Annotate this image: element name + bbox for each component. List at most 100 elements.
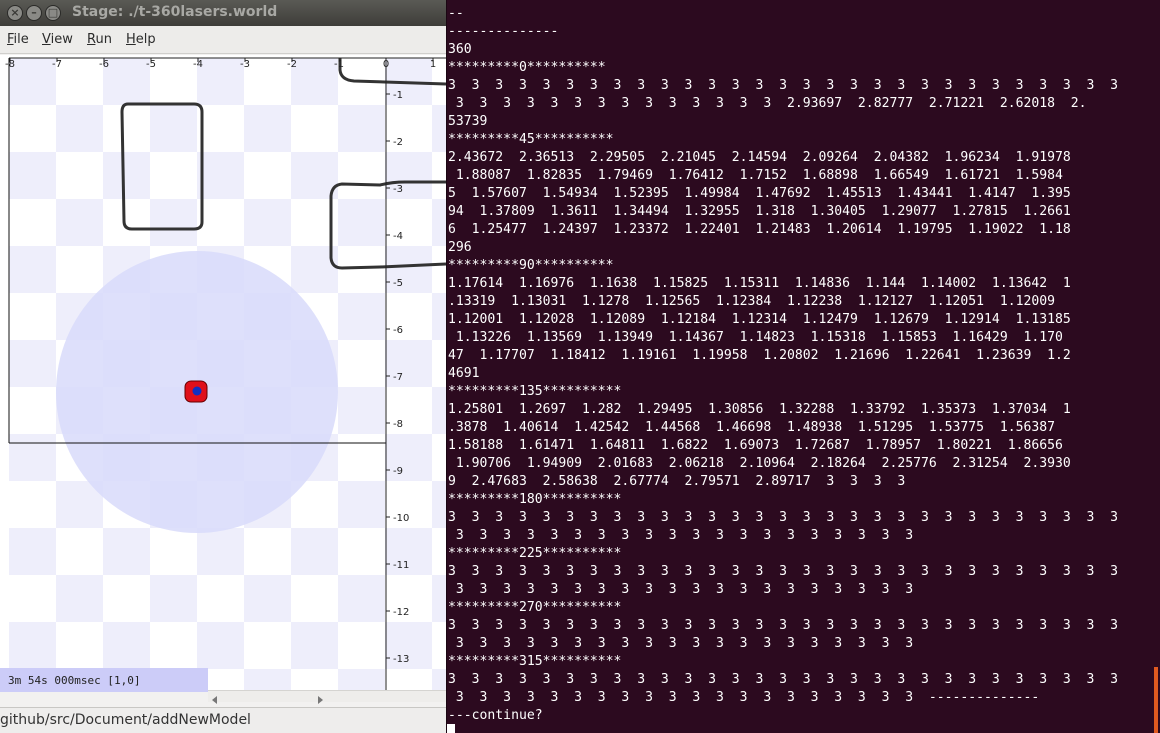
horizontal-scrollbar[interactable] — [208, 690, 446, 704]
world-view[interactable]: -8 -7 -6 -5 -4 -3 -2 -1 0 1 -1-2-3-4-5-6-7-8-9-10… — [0, 55, 446, 716]
folder-path[interactable]: github/src/Document/addNewModel — [0, 712, 251, 728]
x-tick-label: 0 — [383, 59, 389, 70]
x-tick-label: -4 — [193, 59, 203, 70]
terminal-line: *********0********** — [448, 60, 606, 75]
floor-tile — [150, 528, 197, 575]
y-tick-label: -9 — [393, 466, 403, 477]
floor-tile — [244, 575, 291, 622]
floor-tile — [150, 58, 197, 105]
y-tick-label: -5 — [393, 278, 403, 289]
terminal-line: *********315********** — [448, 654, 622, 669]
floor-tile — [244, 105, 291, 152]
floor-tile — [9, 199, 56, 246]
terminal-line: 1.88087 1.82835 1.79469 1.76412 1.7152 1… — [448, 168, 1063, 183]
floor-tile — [56, 622, 103, 669]
y-tick-label: -10 — [393, 513, 409, 524]
menu-view-label: iew — [50, 32, 73, 47]
floor-tile — [338, 528, 385, 575]
x-tick-label: -6 — [99, 59, 109, 70]
floor-tile — [9, 58, 56, 105]
terminal-scrollbar[interactable] — [1154, 667, 1158, 733]
terminal-line: 53739 — [448, 114, 488, 129]
floor-tile — [103, 58, 150, 105]
sim-time: 3m 54s 000msec [1,0] — [8, 674, 141, 687]
floor-tile — [244, 669, 291, 716]
status-bar: 3m 54s 000msec [1,0] — [0, 668, 208, 692]
floor-tile — [150, 575, 197, 622]
y-tick-label: -13 — [393, 654, 409, 665]
terminal-line: 360 — [448, 42, 472, 57]
menu-run-label: un — [95, 32, 112, 47]
y-tick-label: -7 — [393, 372, 403, 383]
floor-tile — [197, 152, 244, 199]
floor-tile — [338, 387, 385, 434]
terminal-line: 3 3 3 3 3 3 3 3 3 3 3 3 3 3 3 3 3 3 3 3 — [448, 582, 914, 597]
floor-tile — [338, 105, 385, 152]
terminal-window[interactable]: -- -------------- 360 *********0********** 3… — [446, 0, 1160, 733]
floor-tile — [56, 199, 103, 246]
terminal-line: 3 3 3 3 3 3 3 3 3 3 3 3 3 3 3 3 3 3 3 3 … — [448, 618, 1119, 633]
floor-tile — [432, 246, 446, 293]
floor-tile — [197, 58, 244, 105]
terminal-line: 3 3 3 3 3 3 3 3 3 3 3 3 3 3 3 3 3 3 3 3 — [448, 528, 914, 543]
floor-tile — [432, 293, 446, 340]
floor-tile — [338, 293, 385, 340]
menu-help[interactable]: Help — [126, 32, 156, 47]
terminal-line: 3 3 3 3 3 3 3 3 3 3 3 3 3 3 3 3 3 3 3 3 … — [448, 564, 1119, 579]
floor-tile — [56, 105, 103, 152]
floor-tile — [150, 199, 197, 246]
floor-tile — [338, 152, 385, 199]
x-tick-label: 1 — [430, 59, 436, 70]
minimize-icon[interactable]: – — [26, 5, 42, 21]
floor-tile — [150, 152, 197, 199]
window-title: Stage: ./t-360lasers.world — [72, 4, 278, 20]
floor-tile — [9, 575, 56, 622]
menu-run[interactable]: Run — [87, 32, 112, 47]
floor-tile — [56, 58, 103, 105]
terminal-line: 1.58188 1.61471 1.64811 1.6822 1.69073 1… — [448, 438, 1063, 453]
terminal-line: 5 1.57607 1.54934 1.52395 1.49984 1.4769… — [448, 186, 1071, 201]
floor-tile — [150, 622, 197, 669]
terminal-line: 47 1.17707 1.18412 1.19161 1.19958 1.208… — [448, 348, 1071, 363]
floor-tile — [338, 481, 385, 528]
terminal-line: 3 3 3 3 3 3 3 3 3 3 3 3 3 3 3 3 3 3 3 3 … — [448, 510, 1119, 525]
terminal-line: 3 3 3 3 3 3 3 3 3 3 3 3 3 3 3 3 3 3 3 3 … — [448, 672, 1119, 687]
close-icon[interactable]: × — [7, 5, 23, 21]
x-tick-label: -7 — [52, 59, 62, 70]
menu-help-mnemonic: H — [126, 32, 136, 47]
floor-tile — [291, 528, 338, 575]
floor-tile — [244, 199, 291, 246]
terminal-line: *********225********** — [448, 546, 622, 561]
floor-tile — [56, 152, 103, 199]
terminal-line: 1.17614 1.16976 1.1638 1.15825 1.15311 1… — [448, 276, 1071, 291]
floor-tile — [197, 622, 244, 669]
terminal-line: 3 3 3 3 3 3 3 3 3 3 3 3 3 3 3 3 3 3 3 3 … — [448, 78, 1119, 93]
floor-tile — [9, 387, 56, 434]
terminal-line: ---continue? — [448, 708, 543, 723]
floor-tile — [9, 246, 56, 293]
floor-tile — [244, 528, 291, 575]
floor-tile — [56, 575, 103, 622]
menu-view[interactable]: View — [42, 32, 73, 47]
terminal-line: -------------- — [448, 24, 559, 39]
menu-file[interactable]: File — [7, 32, 29, 47]
x-tick-label: -1 — [334, 59, 344, 70]
y-tick-label: -12 — [393, 607, 409, 618]
floor-tile — [432, 387, 446, 434]
floor-tile — [432, 622, 446, 669]
terminal-line: 6 1.25477 1.24397 1.23372 1.22401 1.2148… — [448, 222, 1071, 237]
menu-file-label: ile — [13, 32, 29, 47]
floor-tile — [291, 575, 338, 622]
maximize-icon[interactable]: □ — [45, 5, 61, 21]
floor-tile — [432, 152, 446, 199]
title-bar[interactable]: × – □ Stage: ./t-360lasers.world — [0, 0, 446, 26]
stage-window: × – □ Stage: ./t-360lasers.world File Vi… — [0, 0, 446, 733]
menu-view-mnemonic: V — [42, 32, 51, 47]
floor-tile — [291, 669, 338, 716]
floor-tile — [9, 481, 56, 528]
simulation-canvas[interactable]: -8 -7 -6 -5 -4 -3 -2 -1 0 1 -1 -2 -3 -4 -5 -6 -7 -8 -9 -10… — [0, 55, 446, 716]
floor-tile — [244, 58, 291, 105]
floor-tile — [103, 575, 150, 622]
floor-tile — [150, 105, 197, 152]
floor-tile — [197, 575, 244, 622]
